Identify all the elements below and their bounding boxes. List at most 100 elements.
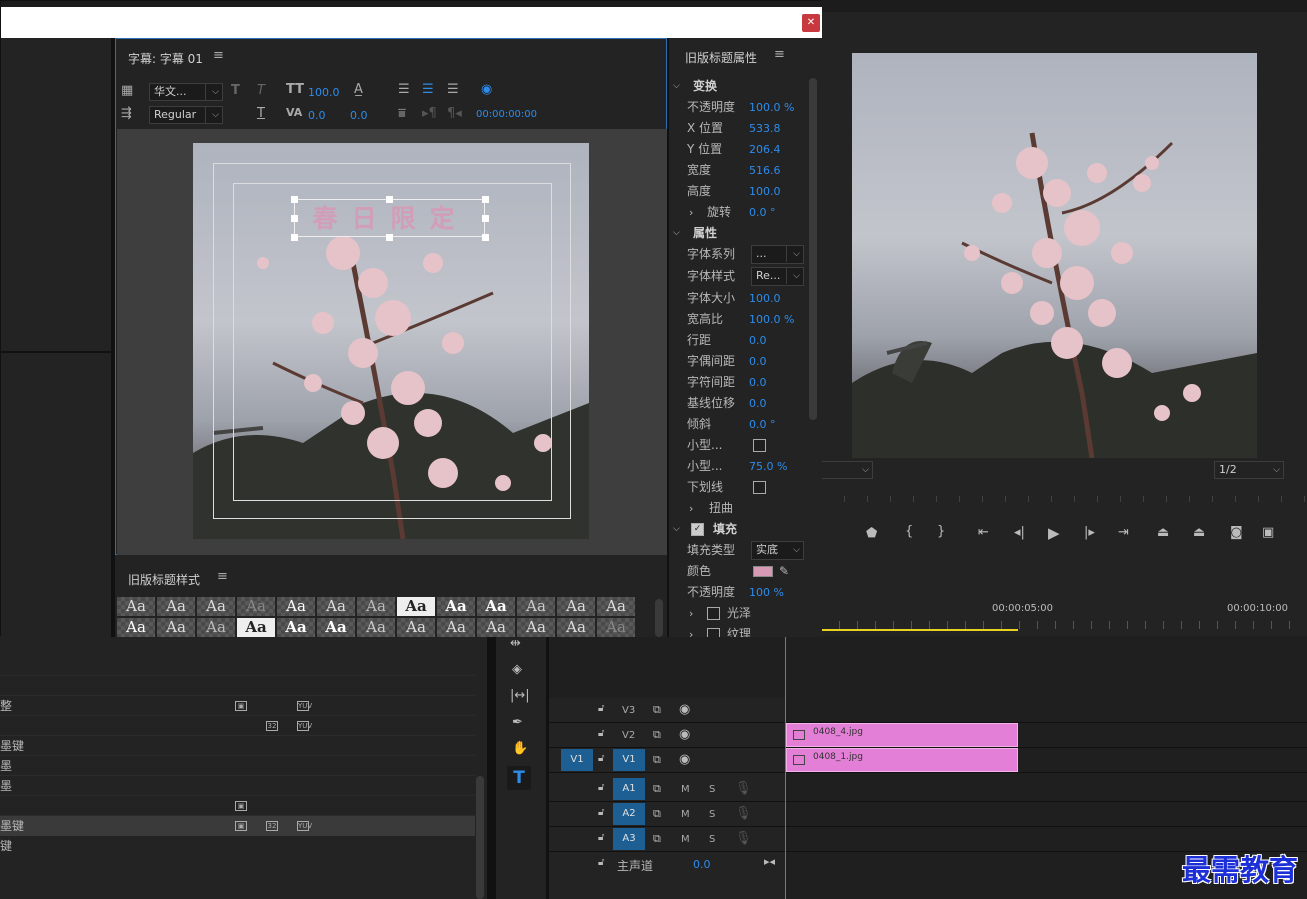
font-family-select[interactable]: 华文... ⌵: [149, 83, 223, 101]
property-row[interactable]: 不透明度 100 %: [669, 582, 819, 603]
solo-button[interactable]: S: [709, 809, 715, 820]
playhead[interactable]: [785, 636, 786, 899]
track-a2[interactable]: 🔓︎ A2 ⧉ M S 🎙︎: [549, 802, 1307, 827]
hand-icon[interactable]: ✋: [512, 741, 528, 756]
style-swatch[interactable]: Aa: [277, 618, 315, 637]
property-value[interactable]: 0.0 °: [749, 414, 776, 435]
style-swatch[interactable]: Aa: [237, 618, 275, 637]
resize-handle[interactable]: [386, 234, 393, 241]
fill-color-swatch[interactable]: [753, 566, 773, 577]
property-row[interactable]: 倾斜 0.0 °: [669, 414, 819, 435]
bold-icon[interactable]: T: [231, 83, 240, 98]
resize-handle[interactable]: [291, 215, 298, 222]
section-fill[interactable]: ⌵ ✓ 填充: [669, 519, 819, 540]
lift-icon[interactable]: ⏏: [1157, 525, 1169, 540]
scrub-ruler[interactable]: [821, 496, 1307, 502]
list-item[interactable]: 墨: [0, 756, 475, 776]
track-select-icon[interactable]: ⇹: [510, 636, 521, 651]
mute-button[interactable]: M: [681, 784, 690, 795]
tab-stops-icon[interactable]: ⇶: [121, 106, 132, 121]
property-row[interactable]: 小型... 75.0 %: [669, 456, 819, 477]
style-swatch[interactable]: Aa: [357, 597, 395, 616]
track-target-v1[interactable]: V1: [613, 749, 645, 771]
font-family-dropdown[interactable]: ... ⌵: [751, 245, 804, 264]
eye-icon[interactable]: ◉: [679, 702, 690, 717]
style-swatch[interactable]: Aa: [517, 597, 555, 616]
style-swatch[interactable]: Aa: [117, 597, 155, 616]
mic-icon[interactable]: 🎙︎: [735, 806, 752, 821]
lock-icon[interactable]: 🔓︎: [598, 753, 604, 764]
property-value[interactable]: 100.0 %: [749, 97, 794, 118]
lock-icon[interactable]: 🔓︎: [598, 728, 604, 739]
style-swatch[interactable]: Aa: [557, 618, 595, 637]
resize-handle[interactable]: [482, 234, 489, 241]
style-swatch[interactable]: Aa: [597, 597, 635, 616]
property-value[interactable]: 100.0 %: [749, 309, 794, 330]
style-swatch[interactable]: Aa: [157, 618, 195, 637]
style-swatch[interactable]: Aa: [557, 597, 595, 616]
export-frame-icon[interactable]: ◙: [1230, 525, 1243, 540]
list-item[interactable]: [0, 676, 475, 696]
property-row[interactable]: 字符间距 0.0: [669, 372, 819, 393]
property-row[interactable]: › 扭曲: [669, 498, 819, 519]
underline-icon[interactable]: T: [257, 106, 265, 121]
close-button[interactable]: ✕: [802, 14, 820, 32]
font-style-dropdown[interactable]: Re... ⌵: [751, 267, 804, 286]
track-target-a3[interactable]: A3: [613, 828, 645, 850]
pen-icon[interactable]: ✒: [512, 715, 523, 730]
fill-type-dropdown[interactable]: 实底 ⌵: [751, 541, 804, 560]
property-row[interactable]: › 光泽: [669, 603, 819, 624]
paragraph-icon[interactable]: ¶◂: [447, 106, 462, 121]
razor-icon[interactable]: ◈: [512, 662, 522, 677]
sync-lock-icon[interactable]: ⧉: [653, 728, 661, 742]
step-forward-icon[interactable]: |▸: [1084, 525, 1095, 540]
list-item[interactable]: 32 YUV: [0, 716, 475, 736]
mark-out-icon[interactable]: }: [937, 524, 945, 539]
type-tool-icon[interactable]: T: [507, 766, 531, 790]
property-row[interactable]: 颜色 ✎: [669, 561, 819, 582]
property-row[interactable]: 下划线: [669, 477, 819, 498]
mark-in-icon[interactable]: {: [905, 524, 913, 539]
go-to-out-icon[interactable]: ⇥: [1118, 525, 1129, 540]
property-row[interactable]: 字体样式 Re... ⌵: [669, 266, 819, 287]
step-back-icon[interactable]: ◂|: [1014, 525, 1025, 540]
align-center-icon[interactable]: ☰: [422, 82, 434, 97]
property-value[interactable]: 100.0: [749, 181, 781, 202]
track-v2[interactable]: 🔓︎ V2 ⧉ ◉ 0408_4.jpg: [549, 723, 1307, 748]
style-swatch[interactable]: Aa: [437, 618, 475, 637]
kerning-value[interactable]: 0.0: [308, 109, 326, 122]
property-row[interactable]: › 纹理: [669, 624, 819, 637]
resize-handle[interactable]: [386, 196, 393, 203]
list-item[interactable]: 墨: [0, 776, 475, 796]
properties-tab[interactable]: 旧版标题属性: [685, 49, 757, 66]
title-canvas[interactable]: 春日限定: [117, 129, 667, 555]
comparison-view-icon[interactable]: ▣: [1262, 525, 1274, 540]
style-swatch[interactable]: Aa: [477, 618, 515, 637]
style-swatch[interactable]: Aa: [397, 597, 435, 616]
property-row[interactable]: 宽度 516.6: [669, 160, 819, 181]
section-transform[interactable]: ⌵ 变换: [669, 76, 819, 97]
show-video-icon[interactable]: ◉: [481, 82, 492, 97]
align-left-icon[interactable]: ☰: [398, 82, 410, 97]
mic-icon[interactable]: 🎙︎: [735, 831, 752, 846]
track-v3[interactable]: 🔓︎ V3 ⧉ ◉: [549, 698, 1307, 723]
lock-icon[interactable]: 🔓︎: [598, 807, 604, 818]
sync-lock-icon[interactable]: ⧉: [653, 807, 661, 821]
source-patch-v1[interactable]: V1: [561, 749, 593, 771]
list-item-selected[interactable]: 墨键 ▣ 32 YUV: [0, 816, 475, 836]
tab-icon[interactable]: ⩸: [398, 106, 406, 121]
property-row[interactable]: 小型...: [669, 435, 819, 456]
font-size-value[interactable]: 100.0: [308, 86, 340, 99]
resize-handle[interactable]: [482, 215, 489, 222]
property-row[interactable]: 字体大小 100.0: [669, 288, 819, 309]
clip-v1[interactable]: 0408_1.jpg: [786, 748, 1018, 772]
eye-icon[interactable]: ◉: [679, 727, 690, 742]
property-value[interactable]: 0.0: [749, 351, 767, 372]
style-swatch[interactable]: Aa: [437, 597, 475, 616]
align-right-icon[interactable]: ☰: [447, 82, 459, 97]
sync-lock-icon[interactable]: ⧉: [653, 753, 661, 767]
font-style-select[interactable]: Regular ⌵: [149, 106, 223, 124]
title-text-box[interactable]: 春日限定: [291, 196, 489, 241]
list-scrollbar[interactable]: [476, 776, 484, 899]
slip-icon[interactable]: |↔|: [510, 688, 530, 703]
